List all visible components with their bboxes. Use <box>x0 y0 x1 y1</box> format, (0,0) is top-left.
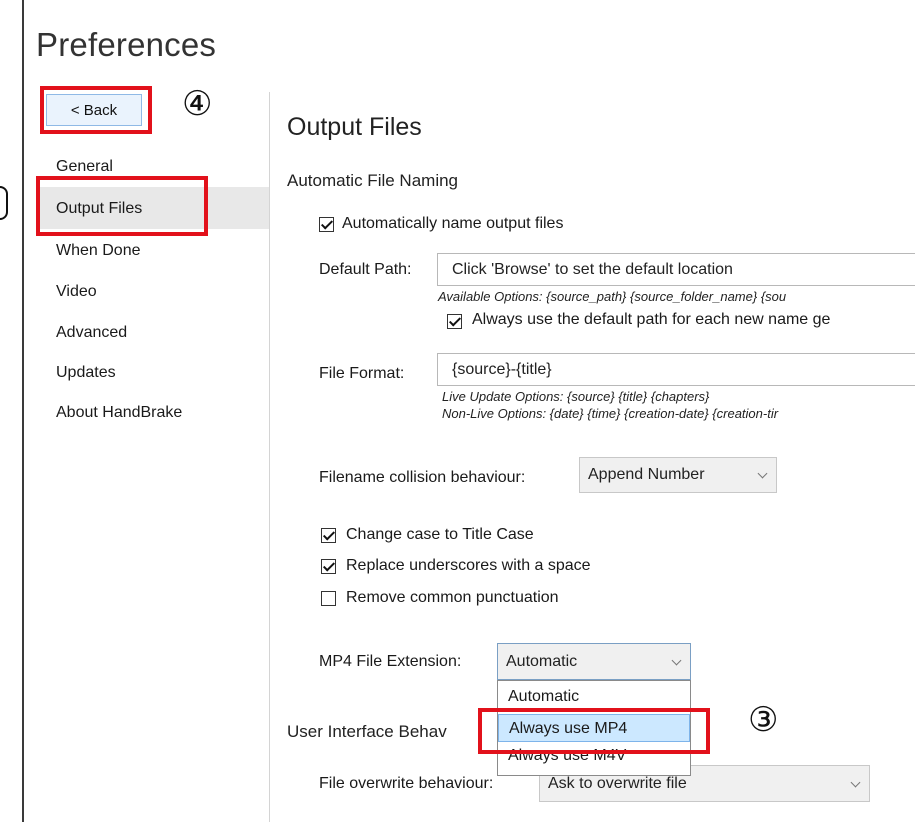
auto-name-label: Automatically name output files <box>342 215 564 232</box>
sidebar-item-advanced[interactable]: Advanced <box>56 324 127 342</box>
overwrite-value: Ask to overwrite file <box>548 774 687 792</box>
collision-label: Filename collision behaviour: <box>319 469 526 486</box>
always-default-path-label: Always use the default path for each new… <box>472 311 831 328</box>
annotation-box-back <box>40 86 152 134</box>
file-format-label: File Format: <box>319 365 405 382</box>
overwrite-label: File overwrite behaviour: <box>319 775 494 792</box>
annotation-circle-fragment <box>0 186 8 220</box>
file-format-live-hint: Live Update Options: {source} {title} {c… <box>442 389 710 404</box>
annotation-box-always-mp4 <box>478 708 710 754</box>
section-user-interface: User Interface Behav <box>287 722 447 741</box>
section-title: Output Files <box>287 113 422 141</box>
mp4-extension-select[interactable]: Automatic <box>497 643 691 680</box>
default-path-hint: Available Options: {source_path} {source… <box>438 289 787 304</box>
annotation-step-4: ④ <box>182 85 213 123</box>
sidebar-item-about[interactable]: About HandBrake <box>56 404 182 422</box>
punctuation-checkbox[interactable] <box>321 591 336 606</box>
sidebar-item-general[interactable]: General <box>56 158 113 176</box>
collision-select[interactable]: Append Number <box>579 457 777 493</box>
chevron-down-icon <box>850 777 861 787</box>
file-format-field[interactable]: {source}-{title} <box>437 353 915 386</box>
window-left-border <box>22 0 24 822</box>
file-format-nonlive-hint: Non-Live Options: {date} {time} {creatio… <box>442 406 779 421</box>
chevron-down-icon <box>671 655 682 665</box>
auto-name-checkbox[interactable] <box>319 217 334 232</box>
always-default-path-checkbox[interactable] <box>447 314 462 329</box>
annotation-step-3: ③ <box>748 701 779 739</box>
page-title: Preferences <box>36 26 217 63</box>
sidebar-item-updates[interactable]: Updates <box>56 364 116 382</box>
chevron-down-icon <box>757 468 768 479</box>
sidebar-item-when-done[interactable]: When Done <box>56 242 141 260</box>
punctuation-label: Remove common punctuation <box>346 589 559 606</box>
underscores-checkbox[interactable] <box>321 559 336 574</box>
default-path-label: Default Path: <box>319 261 412 278</box>
annotation-box-output-files <box>36 176 208 236</box>
mp4-extension-value: Automatic <box>506 652 578 670</box>
title-case-label: Change case to Title Case <box>346 526 534 543</box>
sidebar-item-video[interactable]: Video <box>56 283 97 301</box>
default-path-field[interactable]: Click 'Browse' to set the default locati… <box>437 253 915 286</box>
sidebar-divider <box>269 92 270 822</box>
collision-value: Append Number <box>588 466 705 483</box>
mp4-extension-label: MP4 File Extension: <box>319 653 462 670</box>
title-case-checkbox[interactable] <box>321 528 336 543</box>
section-automatic-file-naming: Automatic File Naming <box>287 171 459 190</box>
underscores-label: Replace underscores with a space <box>346 557 591 574</box>
